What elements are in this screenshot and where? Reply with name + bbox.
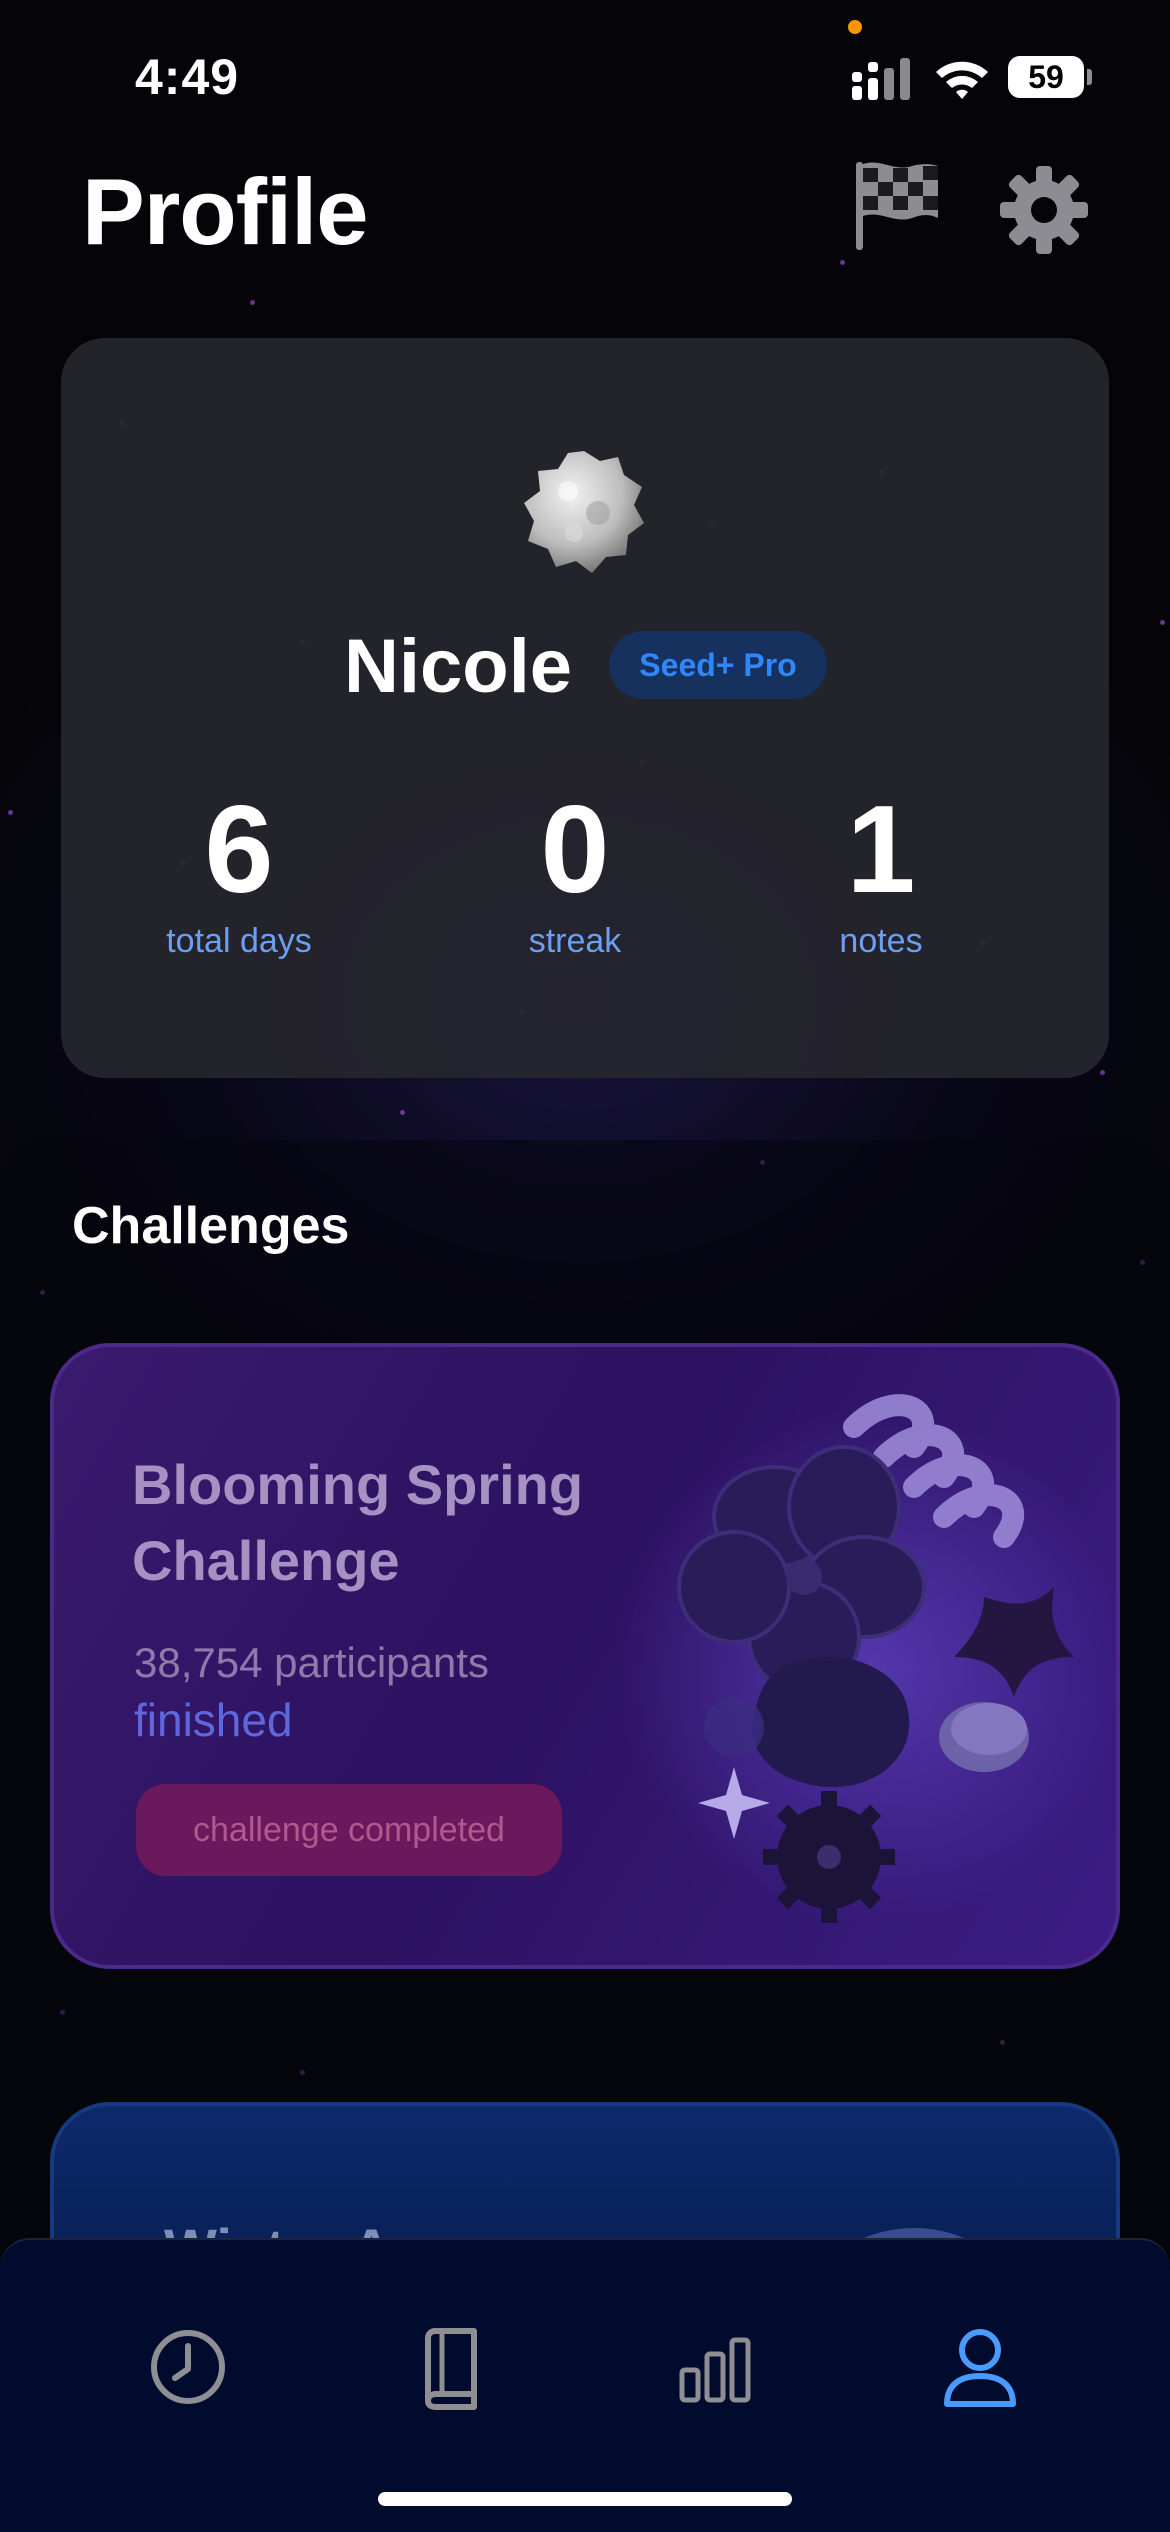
stat-label: notes	[839, 922, 923, 960]
user-name: Nicole	[344, 624, 573, 709]
stat-value: 6	[204, 781, 274, 919]
name-row: Nicole Seed+ Pro	[61, 623, 1109, 713]
cellular-signal-icon	[852, 58, 910, 100]
section-title-challenges: Challenges	[72, 1197, 350, 1255]
bar-chart-icon[interactable]	[670, 2322, 760, 2412]
profile-screen: 4:49 59 Profile Nicole Seed+ Pro 6 total…	[0, 0, 1170, 2532]
stat-notes: 1 notes	[761, 788, 1001, 961]
clock-icon[interactable]	[143, 2322, 233, 2412]
wifi-icon	[936, 61, 988, 99]
stat-label: total days	[166, 922, 312, 960]
challenge-status: finished	[134, 1694, 293, 1746]
battery-indicator: 59	[1008, 56, 1092, 98]
stat-label: streak	[528, 922, 622, 960]
battery-tip	[1087, 69, 1092, 85]
camera-indicator-dot	[848, 20, 862, 34]
challenge-card-spring[interactable]: Blooming Spring Challenge 38,754 partici…	[50, 1343, 1120, 1969]
subscription-badge[interactable]: Seed+ Pro	[609, 631, 827, 699]
tab-bar	[0, 2238, 1170, 2532]
stat-streak: 0 streak	[455, 788, 695, 961]
profile-card: Nicole Seed+ Pro 6 total days 0 streak 1…	[61, 338, 1109, 1078]
stat-value: 0	[540, 781, 610, 919]
status-time: 4:49	[135, 49, 240, 105]
challenge-illustration	[677, 1394, 1074, 1923]
challenge-title: Blooming Spring Challenge	[132, 1453, 584, 1592]
battery-level: 59	[1008, 56, 1084, 98]
status-bar: 4:49 59	[0, 0, 1170, 150]
person-icon[interactable]	[935, 2322, 1025, 2412]
page-title: Profile	[82, 159, 369, 264]
checkered-flag-icon[interactable]	[850, 158, 942, 252]
book-icon[interactable]	[406, 2322, 496, 2412]
stat-value: 1	[846, 781, 916, 919]
avatar[interactable]	[516, 443, 652, 579]
stat-total-days: 6 total days	[119, 788, 359, 961]
challenge-completed-button[interactable]: challenge completed	[136, 1784, 562, 1876]
challenge-participants: 38,754 participants	[134, 1639, 489, 1686]
gear-icon[interactable]	[998, 164, 1090, 256]
home-indicator	[378, 2492, 792, 2506]
